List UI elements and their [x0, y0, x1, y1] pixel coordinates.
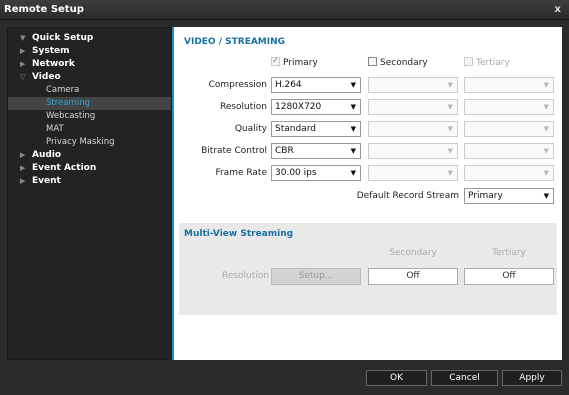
collapsed-arrow-icon: ▶	[20, 47, 26, 55]
checkbox-icon	[271, 55, 280, 67]
multi-view-resolution-label: Resolution	[221, 271, 269, 281]
chevron-down-icon: ▼	[350, 169, 356, 177]
multi-view-title: Multi-View Streaming	[184, 229, 294, 239]
sidebar-item-video[interactable]: ▽ Video	[8, 71, 171, 84]
frame-rate-tertiary-select[interactable]: ▼	[464, 165, 554, 181]
chevron-down-icon: ▼	[447, 81, 453, 89]
secondary-off-button[interactable]: Off	[368, 268, 458, 285]
resolution-secondary-select[interactable]: ▼	[368, 99, 458, 115]
collapsed-arrow-icon: ▶	[20, 151, 26, 159]
quality-label: Quality	[234, 124, 267, 134]
sidebar-item-privacy-masking[interactable]: Privacy Masking	[8, 136, 171, 149]
sidebar-item-camera[interactable]: Camera	[8, 84, 171, 97]
apply-button[interactable]: Apply	[502, 370, 562, 386]
multi-view-streaming-panel: Multi-View Streaming Secondary Tertiary …	[179, 223, 557, 315]
collapsed-arrow-icon: ▶	[20, 177, 26, 185]
chevron-down-icon: ▼	[543, 103, 549, 111]
setup-button[interactable]: Setup...	[271, 268, 361, 285]
chevron-down-icon: ▼	[447, 103, 453, 111]
chevron-down-icon: ▼	[447, 169, 453, 177]
chevron-down-icon: ▼	[543, 147, 549, 155]
chevron-down-icon: ▼	[543, 192, 549, 200]
primary-label: Primary	[283, 58, 318, 68]
chevron-down-icon: ▼	[543, 81, 549, 89]
main-panel: VIDEO / STREAMING Primary Secondary Tert…	[172, 27, 562, 360]
resolution-tertiary-select[interactable]: ▼	[464, 99, 554, 115]
chevron-down-icon: ▼	[447, 125, 453, 133]
resolution-primary-value: 1280X720	[275, 102, 322, 112]
sidebar-item-label: Audio	[32, 150, 62, 160]
remote-setup-window: Remote Setup x ▼ Quick Setup ▶ System ▶ …	[0, 0, 569, 395]
default-record-stream-label: Default Record Stream	[356, 191, 459, 201]
default-record-stream-value: Primary	[468, 191, 503, 201]
chevron-down-icon: ▼	[543, 169, 549, 177]
sidebar-item-label: System	[32, 46, 70, 56]
chevron-down-icon: ▼	[350, 81, 356, 89]
bitrate-primary-select[interactable]: CBR ▼	[271, 143, 361, 159]
bitrate-control-label: Bitrate Control	[201, 146, 267, 156]
collapsed-arrow-icon: ▶	[20, 60, 26, 68]
dialog-button-bar: OK Cancel Apply	[0, 360, 569, 395]
expanded-arrow-icon: ▽	[20, 73, 26, 81]
expanded-arrow-icon: ▼	[20, 34, 26, 42]
window-title: Remote Setup	[4, 4, 84, 15]
compression-secondary-select[interactable]: ▼	[368, 77, 458, 93]
chevron-down-icon: ▼	[543, 125, 549, 133]
sidebar-item-quick-setup[interactable]: ▼ Quick Setup	[8, 32, 171, 45]
compression-tertiary-select[interactable]: ▼	[464, 77, 554, 93]
sidebar-item-label: Quick Setup	[32, 33, 94, 43]
collapsed-arrow-icon: ▶	[20, 164, 26, 172]
ok-button[interactable]: OK	[366, 370, 427, 386]
multi-view-secondary-header: Secondary	[389, 248, 437, 258]
chevron-down-icon: ▼	[350, 125, 356, 133]
sidebar-item-network[interactable]: ▶ Network	[8, 58, 171, 71]
page-title: VIDEO / STREAMING	[184, 37, 286, 47]
tertiary-checkbox[interactable]: Tertiary	[464, 57, 510, 69]
checkbox-icon	[464, 57, 473, 66]
bitrate-tertiary-select[interactable]: ▼	[464, 143, 554, 159]
sidebar-item-event-action[interactable]: ▶ Event Action	[8, 162, 171, 175]
sidebar-item-audio[interactable]: ▶ Audio	[8, 149, 171, 162]
primary-checkbox[interactable]: Primary	[271, 55, 318, 69]
checkbox-icon	[368, 57, 377, 66]
quality-primary-select[interactable]: Standard ▼	[271, 121, 361, 137]
tertiary-off-button[interactable]: Off	[464, 268, 554, 285]
quality-tertiary-select[interactable]: ▼	[464, 121, 554, 137]
resolution-label: Resolution	[219, 102, 267, 112]
sidebar: ▼ Quick Setup ▶ System ▶ Network ▽ Video…	[7, 27, 172, 360]
compression-primary-select[interactable]: H.264 ▼	[271, 77, 361, 93]
title-bar: Remote Setup x	[0, 0, 569, 20]
chevron-down-icon: ▼	[350, 147, 356, 155]
compression-label: Compression	[208, 80, 267, 90]
sidebar-item-webcasting[interactable]: Webcasting	[8, 110, 171, 123]
resolution-primary-select[interactable]: 1280X720 ▼	[271, 99, 361, 115]
default-record-stream-select[interactable]: Primary ▼	[464, 188, 554, 204]
secondary-checkbox[interactable]: Secondary	[368, 57, 428, 69]
frame-rate-secondary-select[interactable]: ▼	[368, 165, 458, 181]
quality-secondary-select[interactable]: ▼	[368, 121, 458, 137]
frame-rate-primary-value: 30.00 ips	[275, 168, 317, 178]
frame-rate-label: Frame Rate	[215, 168, 267, 178]
compression-primary-value: H.264	[275, 80, 302, 90]
secondary-label: Secondary	[380, 58, 428, 68]
bitrate-secondary-select[interactable]: ▼	[368, 143, 458, 159]
cancel-button[interactable]: Cancel	[431, 370, 498, 386]
sidebar-item-label: Video	[32, 72, 61, 82]
chevron-down-icon: ▼	[350, 103, 356, 111]
sidebar-item-label: Network	[32, 59, 75, 69]
sidebar-item-label: Event Action	[32, 163, 97, 173]
multi-view-tertiary-header: Tertiary	[492, 248, 526, 258]
chevron-down-icon: ▼	[447, 147, 453, 155]
quality-primary-value: Standard	[275, 124, 316, 134]
sidebar-item-streaming[interactable]: Streaming	[8, 97, 171, 110]
sidebar-item-mat[interactable]: MAT	[8, 123, 171, 136]
bitrate-primary-value: CBR	[275, 146, 294, 156]
sidebar-item-system[interactable]: ▶ System	[8, 45, 171, 58]
close-icon[interactable]: x	[555, 0, 561, 20]
sidebar-item-label: Event	[32, 176, 61, 186]
tertiary-label: Tertiary	[476, 58, 510, 68]
frame-rate-primary-select[interactable]: 30.00 ips ▼	[271, 165, 361, 181]
sidebar-item-event[interactable]: ▶ Event	[8, 175, 171, 188]
